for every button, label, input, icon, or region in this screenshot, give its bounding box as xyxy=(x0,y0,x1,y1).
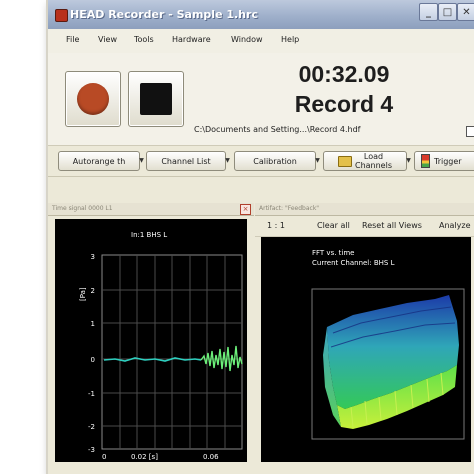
time-signal-panel-title: Time signal 0000 L1 xyxy=(48,203,254,216)
channel-list-label: Channel List xyxy=(161,156,211,166)
folder-icon xyxy=(337,155,352,167)
x-tick-mid: 0.02 [s] xyxy=(131,453,158,461)
maximize-button[interactable]: □ xyxy=(438,3,457,21)
scope-screen: In:1 BHS L [Pa] 3 2 1 0 -1 -2 -3 0 0.02 … xyxy=(55,219,247,462)
analyze-button[interactable]: Analyze xyxy=(439,221,471,230)
fft-toolbar: 1 : 1 Clear all Reset all Views Analyze xyxy=(255,216,474,237)
minimize-button[interactable]: _ xyxy=(419,3,438,21)
calibration-dropdown-icon[interactable]: ▼ xyxy=(314,151,321,169)
fft-panel: Artifact: "Feedback" 1 : 1 Clear all Res… xyxy=(255,203,474,474)
fft-3d-view: FFT vs. time Current Channel: BHS L xyxy=(261,237,471,462)
x-tick-0: 0 xyxy=(102,453,106,461)
channel-list-button[interactable]: Channel List xyxy=(146,151,226,171)
menu-view[interactable]: View xyxy=(98,35,117,44)
calibration-button[interactable]: Calibration xyxy=(234,151,316,171)
menu-help[interactable]: Help xyxy=(281,35,299,44)
load-channels-button[interactable]: Load Channels xyxy=(323,151,407,171)
record-name: Record 4 xyxy=(294,91,394,117)
panel-close-icon[interactable]: × xyxy=(240,204,251,215)
window-title: HEAD Recorder - Sample 1.hrc xyxy=(70,8,258,21)
calibration-label: Calibration xyxy=(253,156,297,166)
stop-button[interactable] xyxy=(128,71,184,127)
fft-label-1: FFT vs. time xyxy=(312,249,355,257)
option-checkbox[interactable] xyxy=(466,126,474,137)
menu-tools[interactable]: Tools xyxy=(134,35,154,44)
trigger-button[interactable]: Trigger xyxy=(414,151,474,171)
clear-all-button[interactable]: Clear all xyxy=(317,221,350,230)
y-tick-neg3: -3 xyxy=(88,446,95,454)
scope-channel-label: In:1 BHS L xyxy=(131,231,167,239)
signal-trace xyxy=(103,357,202,362)
time-signal-panel: Time signal 0000 L1 × In:1 BHS L [Pa] 3 … xyxy=(48,203,254,474)
record-icon xyxy=(77,83,109,115)
trigger-label: Trigger xyxy=(434,156,462,166)
fft-panel-title: Artifact: "Feedback" xyxy=(255,203,474,216)
traffic-light-icon xyxy=(421,154,430,168)
zoom-ratio-button[interactable]: 1 : 1 xyxy=(267,221,285,230)
menu-bar: File View Tools Hardware Window Help xyxy=(48,29,474,54)
load-channels-label-2: Channels xyxy=(354,161,392,170)
record-button[interactable] xyxy=(65,71,121,127)
elapsed-time: 00:32.09 xyxy=(298,61,390,87)
stop-icon xyxy=(140,83,172,115)
recorder-window: HEAD Recorder - Sample 1.hrc _ □ ✕ File … xyxy=(48,0,474,474)
x-tick-end: 0.06 xyxy=(203,453,219,461)
menu-file[interactable]: File xyxy=(66,35,79,44)
autorange-dropdown-icon[interactable]: ▼ xyxy=(138,151,145,169)
y-tick-neg1: -1 xyxy=(88,390,95,398)
fft-plot: FFT vs. time Current Channel: BHS L xyxy=(311,249,465,440)
channel-list-dropdown-icon[interactable]: ▼ xyxy=(224,151,231,169)
autorange-label: Autorange th xyxy=(72,156,126,166)
fft-label-2: Current Channel: BHS L xyxy=(312,259,395,267)
autorange-button[interactable]: Autorange th xyxy=(58,151,140,171)
close-button[interactable]: ✕ xyxy=(457,3,474,21)
scope-plot: In:1 BHS L [Pa] 3 2 1 0 -1 -2 -3 0 0.02 … xyxy=(79,231,243,461)
file-path: C:\Documents and Setting...\Record 4.hdf xyxy=(194,125,361,134)
y-tick-3: 3 xyxy=(91,253,95,261)
y-tick-neg2: -2 xyxy=(88,423,95,431)
app-icon xyxy=(55,9,68,22)
menu-window[interactable]: Window xyxy=(231,35,263,44)
y-tick-2: 2 xyxy=(91,287,95,295)
menu-hardware[interactable]: Hardware xyxy=(172,35,211,44)
workspace-background xyxy=(48,177,474,203)
transport-panel: 00:32.09 Record 4 C:\Documents and Setti… xyxy=(48,53,474,146)
load-channels-dropdown-icon[interactable]: ▼ xyxy=(405,151,412,169)
main-toolbar: Autorange th ▼ Channel List ▼ Calibratio… xyxy=(48,146,474,177)
load-channels-label-1: Load xyxy=(363,152,384,161)
scope-y-unit: [Pa] xyxy=(79,287,87,301)
y-tick-0: 0 xyxy=(91,356,95,364)
y-tick-1: 1 xyxy=(91,320,95,328)
reset-views-button[interactable]: Reset all Views xyxy=(362,221,422,230)
title-bar[interactable]: HEAD Recorder - Sample 1.hrc _ □ ✕ xyxy=(48,0,474,30)
